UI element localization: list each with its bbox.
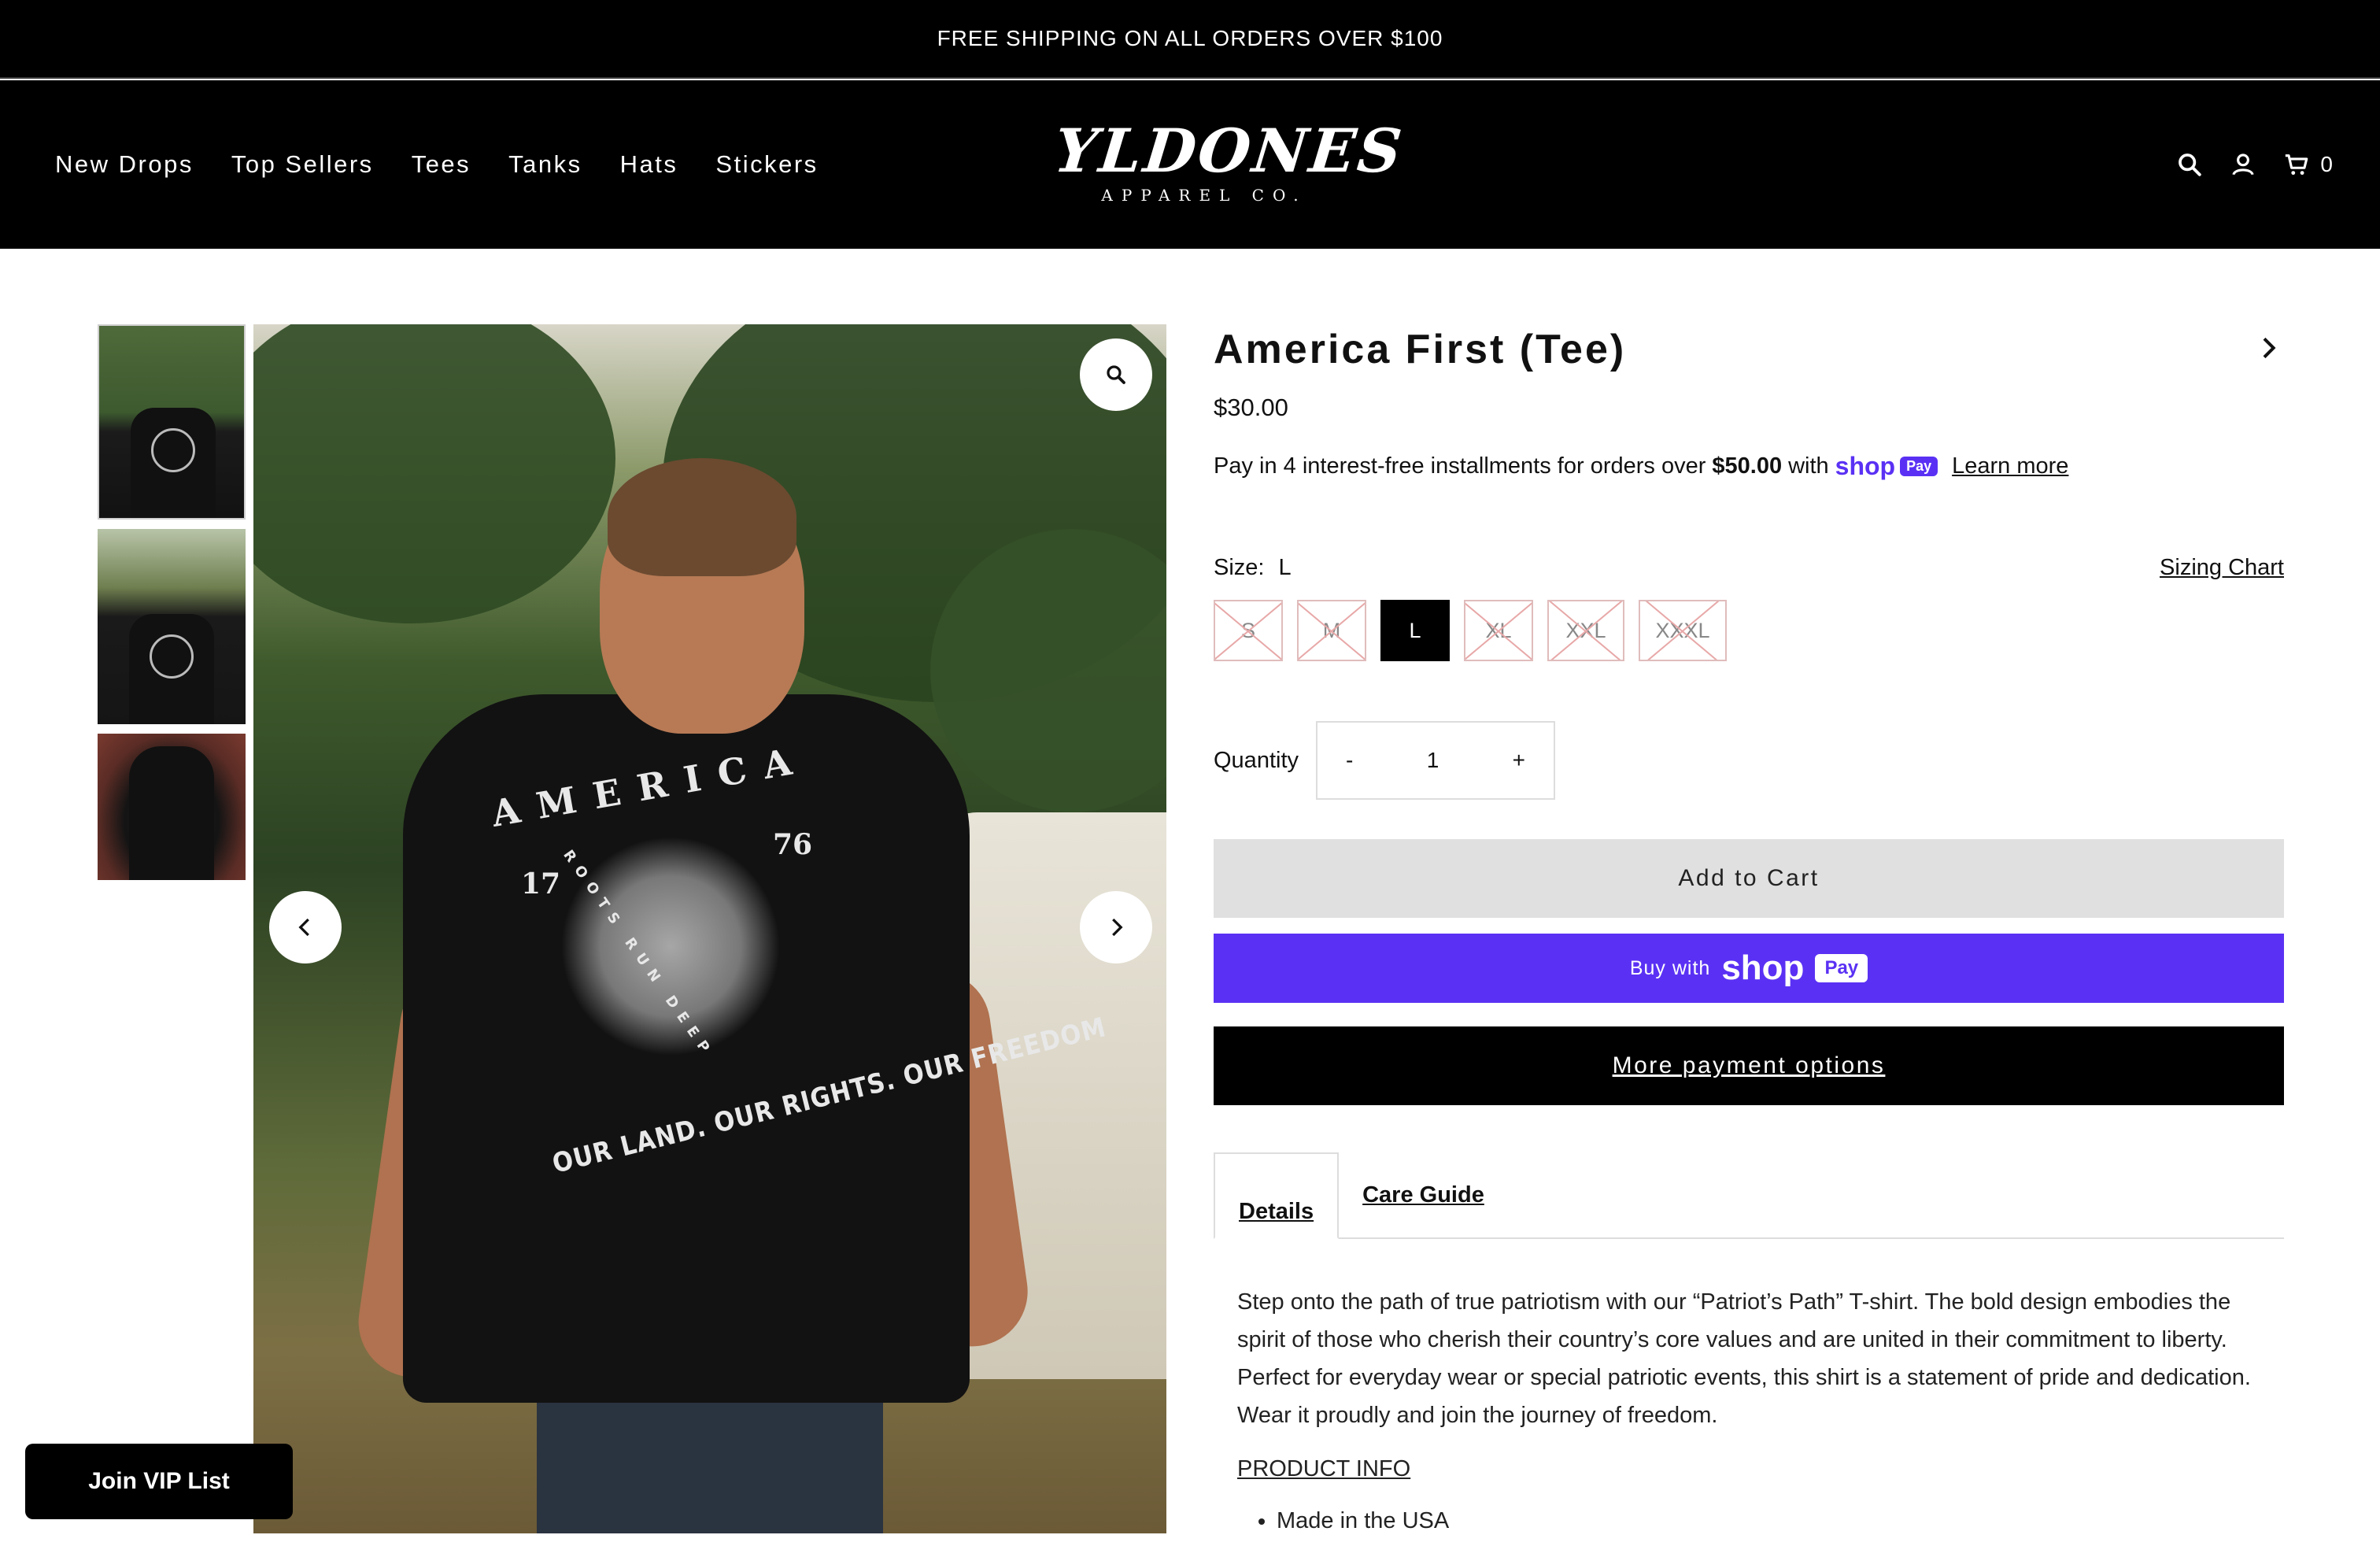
join-vip-button[interactable]: Join VIP List xyxy=(25,1444,293,1519)
product-info-link[interactable]: PRODUCT INFO xyxy=(1237,1450,2260,1488)
print-horse-graphic xyxy=(560,836,781,1056)
main-nav: New Drops Top Sellers Tees Tanks Hats St… xyxy=(55,80,819,249)
tab-details[interactable]: Details xyxy=(1214,1152,1340,1239)
size-option-xxxl[interactable]: XXXL xyxy=(1639,600,1727,661)
cart-icon[interactable] xyxy=(2281,149,2312,180)
size-option-m[interactable]: M xyxy=(1297,600,1366,661)
installments-text: Pay in 4 interest-free installments for … xyxy=(1214,453,1706,479)
quantity-input[interactable]: 1 xyxy=(1427,748,1439,773)
quantity-label: Quantity xyxy=(1214,747,1299,773)
installments-message: Pay in 4 interest-free installments for … xyxy=(1214,452,2284,481)
product-main-image[interactable]: AMERICA 17 76 ROOTS RUN DEEP OUR LAND. O… xyxy=(253,324,1166,1533)
sizing-chart-link[interactable]: Sizing Chart xyxy=(2160,555,2284,581)
product-tabs: Details Care Guide xyxy=(1214,1152,2284,1239)
header-actions: 0 xyxy=(2174,80,2333,249)
shop-pay-badge: Pay xyxy=(1900,457,1938,476)
list-item: Made in the USA xyxy=(1277,1502,2260,1540)
chevron-right-icon xyxy=(1112,918,1123,937)
shop-pay-logo: shop Pay xyxy=(1835,452,1938,481)
brand-logo[interactable]: YLDONES APPAREL CO. xyxy=(1051,116,1406,205)
installments-with: with xyxy=(1788,453,1829,479)
size-options: S M L XL XXL XXXL xyxy=(1214,600,2284,661)
size-label-group: Size: L xyxy=(1214,555,1292,581)
size-option-s[interactable]: S xyxy=(1214,600,1283,661)
nav-new-drops[interactable]: New Drops xyxy=(55,150,194,179)
nav-tees[interactable]: Tees xyxy=(412,150,471,179)
size-label: Size: xyxy=(1214,555,1265,580)
background-tree xyxy=(253,324,615,623)
quantity-stepper: - 1 + xyxy=(1316,721,1555,800)
quantity-decrease-button[interactable]: - xyxy=(1346,748,1353,773)
next-image-button[interactable] xyxy=(1080,891,1152,963)
nav-stickers[interactable]: Stickers xyxy=(715,150,818,179)
tab-details-panel: Step onto the path of true patriotism wi… xyxy=(1214,1239,2284,1540)
product-price: $30.00 xyxy=(1214,394,1288,421)
installments-amount: $50.00 xyxy=(1712,453,1783,479)
shop-word: shop xyxy=(1835,452,1896,480)
quantity-increase-button[interactable]: + xyxy=(1513,748,1525,773)
product-description: Step onto the path of true patriotism wi… xyxy=(1237,1289,2251,1428)
product-info: America First (Tee) $30.00 Pay in 4 inte… xyxy=(1214,324,2284,1540)
prev-image-button[interactable] xyxy=(269,891,342,963)
buy-pay-badge: Pay xyxy=(1815,954,1868,982)
next-product-icon[interactable] xyxy=(2252,332,2284,364)
print-year-17: 17 xyxy=(521,867,561,901)
size-row: Size: L Sizing Chart xyxy=(1214,555,2284,581)
thumbnail-1[interactable] xyxy=(98,324,246,520)
logo-subtitle: APPAREL CO. xyxy=(1101,186,1307,205)
thumbnail-list xyxy=(98,324,246,890)
zoom-icon xyxy=(1107,365,1125,384)
model-hair xyxy=(608,458,796,576)
announcement-bar: FREE SHIPPING ON ALL ORDERS OVER $100 xyxy=(0,0,2380,79)
buy-with-text: Buy with xyxy=(1629,956,1711,979)
account-icon[interactable] xyxy=(2227,149,2259,180)
print-year-76: 76 xyxy=(773,828,813,861)
site-header: New Drops Top Sellers Tees Tanks Hats St… xyxy=(0,80,2380,249)
search-icon[interactable] xyxy=(2174,149,2205,180)
nav-top-sellers[interactable]: Top Sellers xyxy=(231,150,374,179)
selected-size-value: L xyxy=(1278,555,1292,580)
nav-hats[interactable]: Hats xyxy=(620,150,678,179)
buy-shop-word: shop xyxy=(1721,949,1805,987)
add-to-cart-button[interactable]: Add to Cart xyxy=(1214,839,2284,918)
cart-count: 0 xyxy=(2320,152,2333,176)
learn-more-link[interactable]: Learn more xyxy=(1952,453,2068,479)
logo-wordmark: YLDONES xyxy=(1051,116,1407,186)
product-title: America First (Tee) xyxy=(1214,327,1627,372)
size-option-xl[interactable]: XL xyxy=(1464,600,1533,661)
chevron-left-icon xyxy=(298,918,309,937)
tab-care-guide[interactable]: Care Guide xyxy=(1339,1152,1508,1237)
announcement-text: FREE SHIPPING ON ALL ORDERS OVER $100 xyxy=(937,26,1443,50)
size-option-l[interactable]: L xyxy=(1380,600,1450,661)
product-info-list: Made in the USA xyxy=(1277,1502,2260,1540)
buy-with-shop-pay-button[interactable]: Buy with shop Pay xyxy=(1214,934,2284,1003)
nav-tanks[interactable]: Tanks xyxy=(508,150,582,179)
size-option-xxl[interactable]: XXL xyxy=(1547,600,1624,661)
zoom-button[interactable] xyxy=(1080,338,1152,411)
more-payment-options-button[interactable]: More payment options xyxy=(1214,1026,2284,1105)
thumbnail-3[interactable] xyxy=(98,734,246,880)
thumbnail-2[interactable] xyxy=(98,529,246,724)
quantity-row: Quantity - 1 + xyxy=(1214,721,2284,800)
